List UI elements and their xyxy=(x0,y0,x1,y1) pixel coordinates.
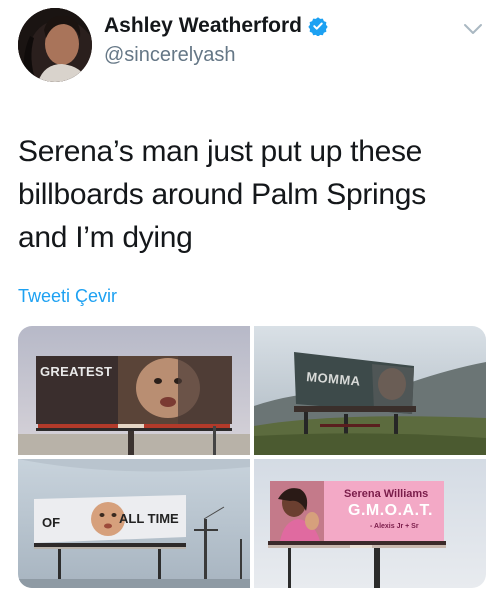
billboard-photo-momma xyxy=(254,326,486,455)
billboard-text-right: ALL TIME xyxy=(119,511,179,526)
tweet-text-line: and I’m dying xyxy=(18,221,193,254)
billboard-name: Serena Williams xyxy=(344,488,429,500)
user-names: Ashley Weatherford @sincerelyash xyxy=(104,14,328,67)
display-name-row: Ashley Weatherford xyxy=(104,14,328,38)
billboard-title: G.M.O.A.T. xyxy=(348,502,433,519)
avatar-photo xyxy=(18,8,92,82)
tweet-text-line: Serena’s man just put up these xyxy=(18,135,423,168)
tweet-text-line: billboards around Palm Springs xyxy=(18,178,426,211)
tweet-text: Serena’s man just put up these billboard… xyxy=(18,130,488,259)
billboard-photo-1[interactable]: GREATEST xyxy=(18,326,250,455)
billboard-photo-2[interactable]: MOMMA xyxy=(254,326,486,455)
billboard-signature: - Alexis Jr + Sr xyxy=(370,523,419,530)
translate-tweet-link[interactable]: Tweeti Çevir xyxy=(18,286,117,307)
avatar[interactable] xyxy=(18,8,92,82)
billboard-text-left: OF xyxy=(42,515,61,530)
chevron-down-icon[interactable] xyxy=(463,22,483,36)
verified-badge-icon xyxy=(308,17,328,36)
billboard-text: GREATEST xyxy=(40,364,113,379)
media-grid: GREATEST MOMMA OF ALL TIME Serena Willia… xyxy=(18,326,486,588)
display-name[interactable]: Ashley Weatherford xyxy=(104,14,302,38)
user-handle[interactable]: @sincerelyash xyxy=(104,44,328,67)
billboard-photo-4[interactable]: Serena Williams G.M.O.A.T. - Alexis Jr +… xyxy=(254,459,486,588)
billboard-photo-3[interactable]: OF ALL TIME xyxy=(18,459,250,588)
tweet-header: Ashley Weatherford @sincerelyash xyxy=(0,0,500,92)
billboard-photo-greatest xyxy=(18,326,250,455)
